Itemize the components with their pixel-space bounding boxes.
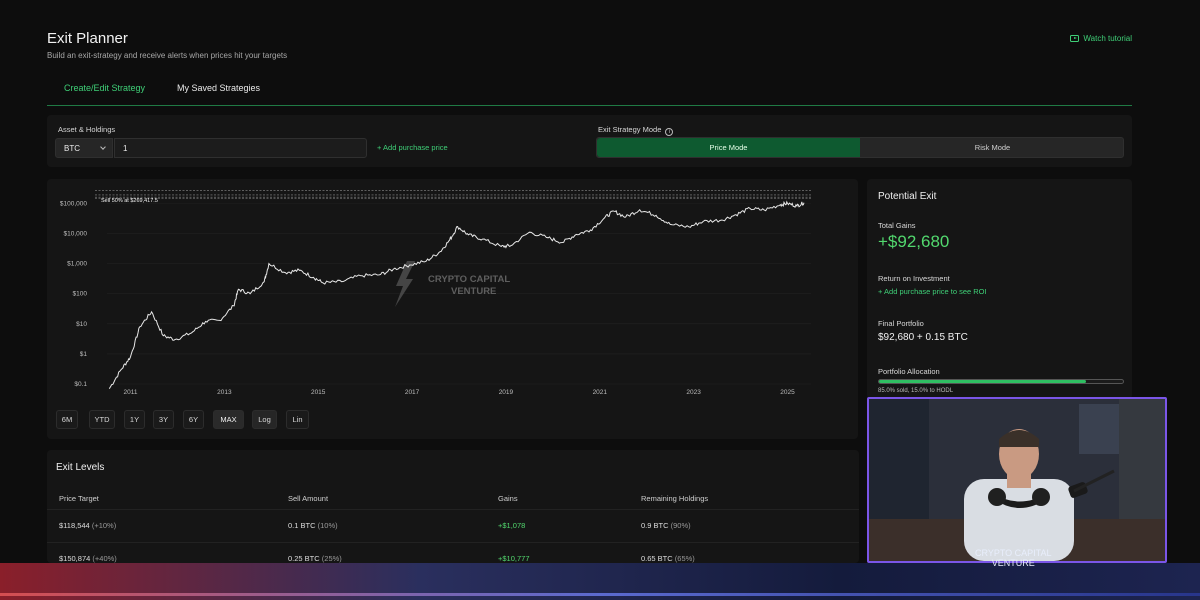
scale-log-button[interactable]: Log (252, 410, 277, 429)
webcam-overlay (867, 397, 1167, 563)
total-gains-value: +$92,680 (878, 232, 950, 251)
asset-mode-panel: Asset & Holdings BTC 1 + Add purchase pr… (47, 115, 1132, 167)
exit-levels-title: Exit Levels (56, 462, 105, 473)
x-tick-label: 2013 (217, 389, 232, 396)
price-chart-panel: $100,000 $10,000 $1,000 $100 $10 $1 $0.1 2011 2… (47, 179, 858, 439)
tab-create-edit-strategy[interactable]: Create/Edit Strategy (64, 83, 145, 93)
x-tick-label: 2021 (593, 389, 608, 396)
gains-cell: +$1,078 (498, 521, 526, 530)
y-tick-label: $0.1 (74, 381, 87, 388)
range-1y-button[interactable]: 1Y (124, 410, 145, 429)
info-icon[interactable]: i (665, 128, 674, 136)
stream-logo-line2: VENTURE (991, 558, 1035, 568)
lightning-icon (395, 261, 415, 307)
exit-strategy-mode-text: Exit Strategy Mode (598, 125, 662, 134)
add-purchase-price-link[interactable]: + Add purchase price (377, 143, 448, 152)
table-row[interactable]: $118,544 (+10%) 0.1 BTC (10%) +$1,078 0.… (47, 509, 859, 539)
exit-strategy-mode-label: Exit Strategy Mode i (598, 125, 674, 136)
price-chart[interactable]: $100,000 $10,000 $1,000 $100 $10 $1 $0.1 2011 2… (47, 179, 858, 404)
holdings-quantity-input[interactable]: 1 (114, 138, 367, 158)
y-tick-label: $10,000 (64, 230, 88, 237)
y-tick-label: $100,000 (60, 200, 87, 207)
y-tick-label: $10 (76, 321, 87, 328)
price-mode-button[interactable]: Price Mode (597, 138, 860, 157)
sell-amount-cell: 0.1 BTC (10%) (288, 521, 338, 530)
watch-tutorial-label: Watch tutorial (1083, 34, 1132, 43)
mode-toggle: Price Mode Risk Mode (596, 137, 1124, 158)
range-max-button[interactable]: MAX (213, 410, 244, 429)
final-portfolio-value: $92,680 + 0.15 BTC (878, 332, 968, 343)
tab-my-saved-strategies[interactable]: My Saved Strategies (177, 83, 260, 93)
x-tick-label: 2015 (311, 389, 326, 396)
portfolio-allocation-label: Portfolio Allocation (878, 367, 940, 376)
x-tick-label: 2019 (499, 389, 514, 396)
potential-exit-panel: Potential Exit Total Gains +$92,680 Retu… (867, 179, 1132, 399)
watermark-line1: CRYPTO CAPITAL (428, 274, 510, 285)
column-gains: Gains (498, 494, 518, 503)
risk-mode-button[interactable]: Risk Mode (861, 138, 1124, 157)
column-price-target: Price Target (59, 494, 99, 503)
video-icon (1070, 35, 1080, 42)
page-subtitle: Build an exit-strategy and receive alert… (47, 51, 288, 60)
watermark-line2: VENTURE (451, 286, 496, 297)
watch-tutorial-link[interactable]: Watch tutorial (1070, 34, 1132, 43)
target-label: Sell 50% at $269,417.5 (101, 198, 158, 204)
total-gains-label: Total Gains (878, 221, 916, 230)
stream-logo-line1: CRYPTO CAPITAL (975, 548, 1052, 558)
chart-watermark: CRYPTO CAPITAL VENTURE (395, 261, 510, 307)
add-purchase-price-roi-link[interactable]: + Add purchase price to see ROI (878, 287, 987, 296)
column-remaining-holdings: Remaining Holdings (641, 494, 709, 503)
exit-levels-panel: Exit Levels Price Target Sell Amount Gai… (47, 450, 859, 563)
table-row[interactable]: $150,874 (+40%) 0.25 BTC (25%) +$10,777 … (47, 542, 859, 563)
roi-label: Return on Investment (878, 274, 950, 283)
page-title: Exit Planner (47, 30, 128, 47)
gains-cell: +$10,777 (498, 554, 530, 563)
range-6y-button[interactable]: 6Y (183, 410, 204, 429)
range-ytd-button[interactable]: YTD (89, 410, 115, 429)
column-sell-amount: Sell Amount (288, 494, 329, 503)
asset-select-value: BTC (64, 144, 80, 153)
remaining-holdings-cell: 0.65 BTC (65%) (641, 554, 695, 563)
sell-amount-cell: 0.25 BTC (25%) (288, 554, 342, 563)
price-target-cell: $118,544 (+10%) (59, 521, 117, 530)
allocation-caption: 85.0% sold, 15.0% to HODL (878, 388, 954, 394)
y-tick-label: $100 (73, 291, 88, 298)
y-tick-label: $1,000 (67, 261, 87, 268)
chevron-down-icon (100, 144, 106, 150)
range-6m-button[interactable]: 6M (56, 410, 78, 429)
x-tick-label: 2025 (780, 389, 795, 396)
stream-overlay-band (0, 563, 1200, 600)
webcam-scene (869, 399, 1165, 561)
allocation-progress-fill (879, 380, 1087, 383)
remaining-holdings-cell: 0.9 BTC (90%) (641, 521, 691, 530)
allocation-progress-bar (878, 379, 1124, 384)
asset-holdings-label: Asset & Holdings (58, 125, 116, 134)
price-target-cell: $150,874 (+40%) (59, 554, 117, 563)
range-3y-button[interactable]: 3Y (153, 410, 174, 429)
asset-select[interactable]: BTC (55, 138, 113, 158)
x-tick-label: 2023 (686, 389, 701, 396)
x-tick-label: 2011 (123, 389, 137, 396)
stream-logo: CRYPTO CAPITAL VENTURE (975, 548, 1052, 568)
y-tick-label: $1 (80, 351, 88, 358)
potential-exit-title: Potential Exit (878, 191, 937, 202)
scale-lin-button[interactable]: Lin (286, 410, 309, 429)
strategy-tabs: Create/Edit Strategy My Saved Strategies (47, 72, 1132, 106)
x-tick-label: 2017 (405, 389, 420, 396)
final-portfolio-label: Final Portfolio (878, 319, 924, 328)
